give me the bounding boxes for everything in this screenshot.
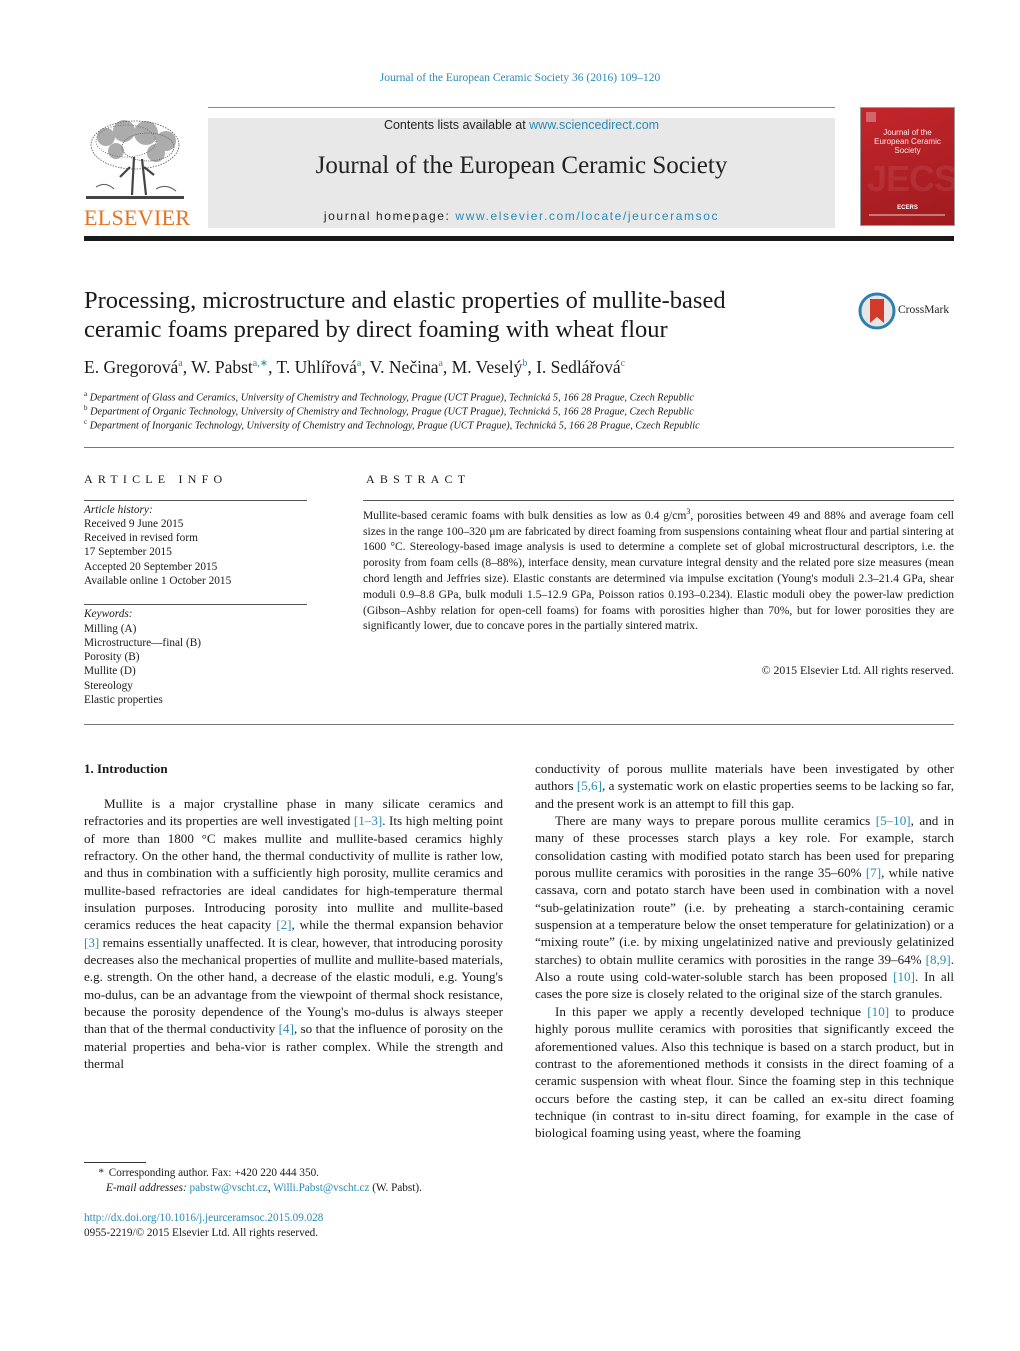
history-item: Available online 1 October 2015 xyxy=(84,575,232,587)
homepage-line: journal homepage: www.elsevier.com/locat… xyxy=(208,209,835,223)
citation-ref-link[interactable]: [1–3] xyxy=(354,813,382,828)
elsevier-tree-icon xyxy=(86,120,184,199)
doi-block: http://dx.doi.org/10.1016/j.jeurceramsoc… xyxy=(84,1211,323,1240)
text-run: . Its high melting point of more than 18… xyxy=(84,813,503,933)
abstract-divider xyxy=(363,500,954,501)
affiliation-b: b Department of Organic Technology, Univ… xyxy=(84,404,694,418)
journal-name: Journal of the European Ceramic Society xyxy=(315,152,728,179)
abstract-heading: ABSTRACT xyxy=(366,472,471,486)
text-run: to produce highly porous mullite ceramic… xyxy=(535,1003,955,1141)
email-addresses: E-mail addresses: pabstw@vscht.cz, Willi… xyxy=(106,1181,422,1194)
author[interactable]: E. Gregorováa xyxy=(84,357,183,377)
citation-ref-link[interactable]: [3] xyxy=(84,935,99,950)
citation-ref-link[interactable]: [8,9] xyxy=(926,952,951,967)
keyword: Milling (A) xyxy=(84,623,137,635)
info-divider xyxy=(84,500,307,501)
keyword: Elastic properties xyxy=(84,694,163,706)
header-divider xyxy=(208,107,835,108)
citation-ref-link[interactable]: [10] xyxy=(893,969,915,984)
text-run: , while native cassava, corn and potato … xyxy=(535,865,954,967)
paragraph: There are many ways to prepare porous mu… xyxy=(535,812,954,1003)
article-info-heading: ARTICLE INFO xyxy=(84,472,228,486)
cover-logo-icon xyxy=(866,112,876,122)
abstract-copyright: © 2015 Elsevier Ltd. All rights reserved… xyxy=(761,663,954,677)
doi-link[interactable]: http://dx.doi.org/10.1016/j.jeurceramsoc… xyxy=(84,1211,323,1226)
cover-title: Journal of the European Ceramic Society xyxy=(874,128,941,155)
body-column-left: Mullite is a major crystalline phase in … xyxy=(84,795,503,1073)
keyword: Microstructure—final (B) xyxy=(84,637,202,649)
cover-watermark: JECS xyxy=(867,158,955,199)
email-label: E-mail addresses: xyxy=(106,1181,187,1194)
crossmark-button[interactable]: CrossMark xyxy=(858,291,958,331)
paragraph: In this paper we apply a recently develo… xyxy=(535,1003,954,1142)
citation-ref-link[interactable]: [7] xyxy=(866,865,881,880)
body-column-right: conductivity of porous mullite materials… xyxy=(535,760,954,1142)
journal-cover-thumbnail[interactable]: Journal of the European Ceramic Society J… xyxy=(860,107,955,226)
keyword: Mullite (D) xyxy=(84,665,136,677)
journal-citation-link[interactable]: Journal of the European Ceramic Society … xyxy=(0,72,1020,84)
issn-copyright: 0955-2219/© 2015 Elsevier Ltd. All right… xyxy=(84,1226,319,1239)
cover-society: ECERS xyxy=(897,205,918,211)
author-list: E. Gregorováa, W. Pabsta,∗, T. Uhlířováa… xyxy=(84,357,626,377)
author[interactable]: I. Sedlářovác xyxy=(536,357,625,377)
history-item: Received 9 June 2015 xyxy=(84,518,184,530)
abstract-text: Mullite-based ceramic foams with bulk de… xyxy=(363,507,954,633)
elsevier-logo[interactable]: ELSEVIER xyxy=(84,117,191,230)
journal-header-box: Contents lists available at www.scienced… xyxy=(208,118,835,228)
sciencedirect-link[interactable]: www.sciencedirect.com xyxy=(529,118,659,132)
author[interactable]: M. Veselýb xyxy=(452,357,528,377)
history-item: Received in revised form xyxy=(84,532,198,544)
keywords-label: Keywords: xyxy=(84,608,133,620)
section-divider xyxy=(84,724,954,725)
email-link[interactable]: Willi.Pabst@vscht.cz xyxy=(273,1182,369,1194)
info-divider xyxy=(84,604,307,605)
text-run: There are many ways to prepare porous mu… xyxy=(555,813,876,829)
crossmark-icon xyxy=(858,292,896,330)
article-title: Processing, microstructure and elastic p… xyxy=(84,287,726,343)
contents-prefix: Contents lists available at xyxy=(383,118,530,132)
author[interactable]: T. Uhlířováa xyxy=(277,357,362,377)
citation-ref-link[interactable]: [5–10] xyxy=(876,813,911,828)
citation-ref-link[interactable]: [4] xyxy=(279,1021,294,1036)
header-thick-rule xyxy=(84,236,954,241)
text-run: In this paper we apply a recently develo… xyxy=(555,1003,868,1019)
history-item: 17 September 2015 xyxy=(84,546,172,558)
crossmark-label: CrossMark xyxy=(898,304,950,316)
elsevier-wordmark: ELSEVIER xyxy=(84,205,191,230)
section-divider xyxy=(84,447,954,448)
affiliation-a: a Department of Glass and Ceramics, Univ… xyxy=(84,390,694,404)
author[interactable]: V. Nečinaa xyxy=(370,357,443,377)
journal-homepage-link[interactable]: www.elsevier.com/locate/jeurceramsoc xyxy=(455,209,719,223)
footnote: * Corresponding author. Fax: +420 220 44… xyxy=(84,1166,503,1195)
citation-ref-link[interactable]: [10] xyxy=(867,1004,889,1019)
section-heading-introduction: 1. Introduction xyxy=(84,761,168,776)
text-run: , while the thermal expansion behavior xyxy=(291,917,503,933)
footnote-divider xyxy=(84,1162,146,1163)
history-item: Accepted 20 September 2015 xyxy=(84,561,218,573)
citation-ref-link[interactable]: [2] xyxy=(276,917,291,932)
affiliation-c: c Department of Inorganic Technology, Un… xyxy=(84,418,700,432)
email-link[interactable]: pabstw@vscht.cz xyxy=(189,1182,267,1194)
corresponding-author-note: * Corresponding author. Fax: +420 220 44… xyxy=(98,1167,319,1179)
paragraph: Mullite is a major crystalline phase in … xyxy=(84,795,503,1073)
keyword: Stereology xyxy=(84,680,133,692)
paragraph: conductivity of porous mullite materials… xyxy=(535,760,954,812)
homepage-prefix: journal homepage: xyxy=(323,209,456,223)
contents-line: Contents lists available at www.scienced… xyxy=(208,118,835,132)
history-label: Article history: xyxy=(84,504,153,516)
citation-ref-link[interactable]: [5,6] xyxy=(577,778,602,793)
author[interactable]: W. Pabsta,∗ xyxy=(191,357,268,377)
cover-url-line xyxy=(869,214,945,216)
keyword: Porosity (B) xyxy=(84,651,140,663)
